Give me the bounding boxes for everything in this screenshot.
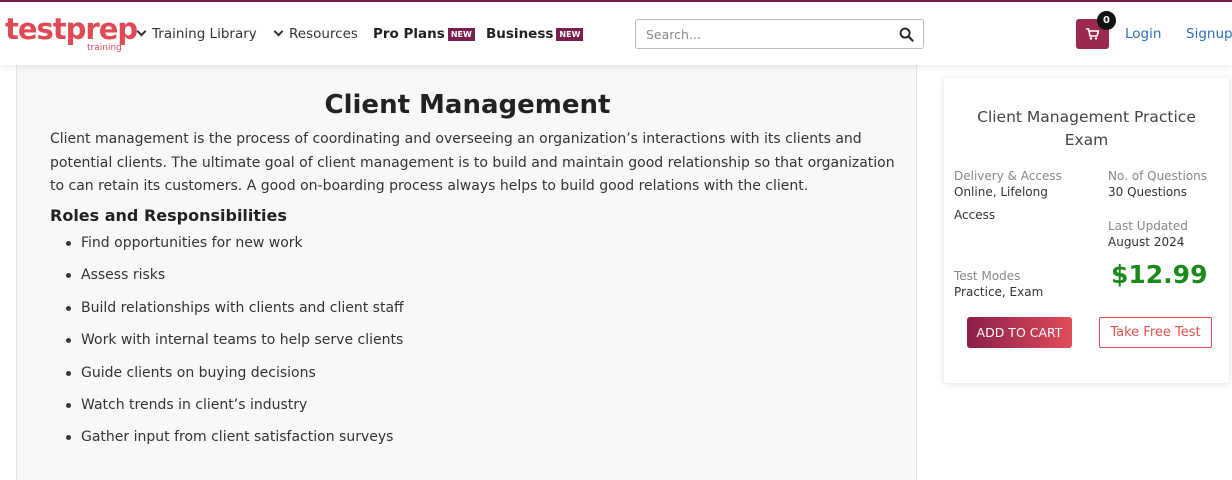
updated-value: August 2024 bbox=[1108, 235, 1185, 249]
article-intro: Client management is the process of coor… bbox=[50, 131, 895, 194]
chevron-down-icon bbox=[136, 26, 147, 37]
page-title: Client Management bbox=[324, 90, 611, 120]
login-link[interactable]: Login bbox=[1125, 25, 1161, 43]
add-to-cart-button[interactable]: ADD TO CART bbox=[967, 317, 1072, 348]
product-card: Client Management Practice Exam Delivery… bbox=[944, 78, 1229, 383]
responsibilities-list: Find opportunities for new work Assess r… bbox=[66, 233, 404, 460]
cart-icon bbox=[1086, 28, 1099, 40]
nav-pro-plans-label: Pro Plans bbox=[373, 26, 445, 42]
search-box bbox=[635, 19, 924, 49]
signup-link[interactable]: Signup bbox=[1186, 25, 1232, 43]
nav-resources-label: Resources bbox=[289, 26, 358, 42]
nav-training-library[interactable]: Training Library bbox=[136, 25, 257, 43]
list-item: Work with internal teams to help serve c… bbox=[66, 330, 404, 362]
test-modes-label: Test Modes bbox=[954, 269, 1021, 283]
cart-count-badge: 0 bbox=[1097, 11, 1116, 30]
questions-value: 30 Questions bbox=[1108, 185, 1188, 199]
chevron-down-icon bbox=[273, 26, 284, 37]
list-item: Gather input from client satisfaction su… bbox=[66, 427, 404, 459]
logo-wordmark: testprep bbox=[5, 12, 138, 46]
nav-business-label: Business bbox=[486, 26, 554, 42]
delivery-value: Online, Lifelong bbox=[954, 185, 1048, 199]
take-free-test-button[interactable]: Take Free Test bbox=[1099, 317, 1212, 348]
testprep-logo[interactable]: testprep training bbox=[5, 12, 138, 53]
nav-training-library-label: Training Library bbox=[152, 26, 257, 42]
delivery-label: Delivery & Access bbox=[954, 169, 1062, 183]
questions-label: No. of Questions bbox=[1108, 169, 1208, 183]
nav-pro-plans[interactable]: Pro Plans NEW bbox=[373, 25, 475, 43]
list-item: Build relationships with clients and cli… bbox=[66, 298, 404, 330]
list-item: Guide clients on buying decisions bbox=[66, 363, 404, 395]
price: $12.99 bbox=[1111, 260, 1208, 289]
updated-label: Last Updated bbox=[1108, 219, 1188, 233]
list-item: Assess risks bbox=[66, 265, 404, 297]
nav-resources[interactable]: Resources bbox=[273, 25, 358, 43]
new-badge: NEW bbox=[447, 28, 475, 41]
nav-business[interactable]: Business NEW bbox=[486, 25, 584, 43]
product-title: Client Management Practice Exam bbox=[977, 108, 1196, 149]
search-icon[interactable] bbox=[899, 27, 914, 42]
list-item: Find opportunities for new work bbox=[66, 233, 404, 265]
logo-subtext: training bbox=[87, 43, 122, 53]
new-badge: NEW bbox=[556, 28, 584, 41]
article-panel: Client Management Client management is t… bbox=[16, 65, 917, 480]
test-modes-value: Practice, Exam bbox=[954, 285, 1044, 299]
list-item: Watch trends in client’s industry bbox=[66, 395, 404, 427]
section-heading: Roles and Responsibilities bbox=[50, 206, 287, 225]
delivery-value-cont: Access bbox=[954, 208, 996, 222]
site-header: testprep training Training Library Resou… bbox=[0, 2, 1232, 65]
search-input[interactable] bbox=[646, 25, 891, 43]
